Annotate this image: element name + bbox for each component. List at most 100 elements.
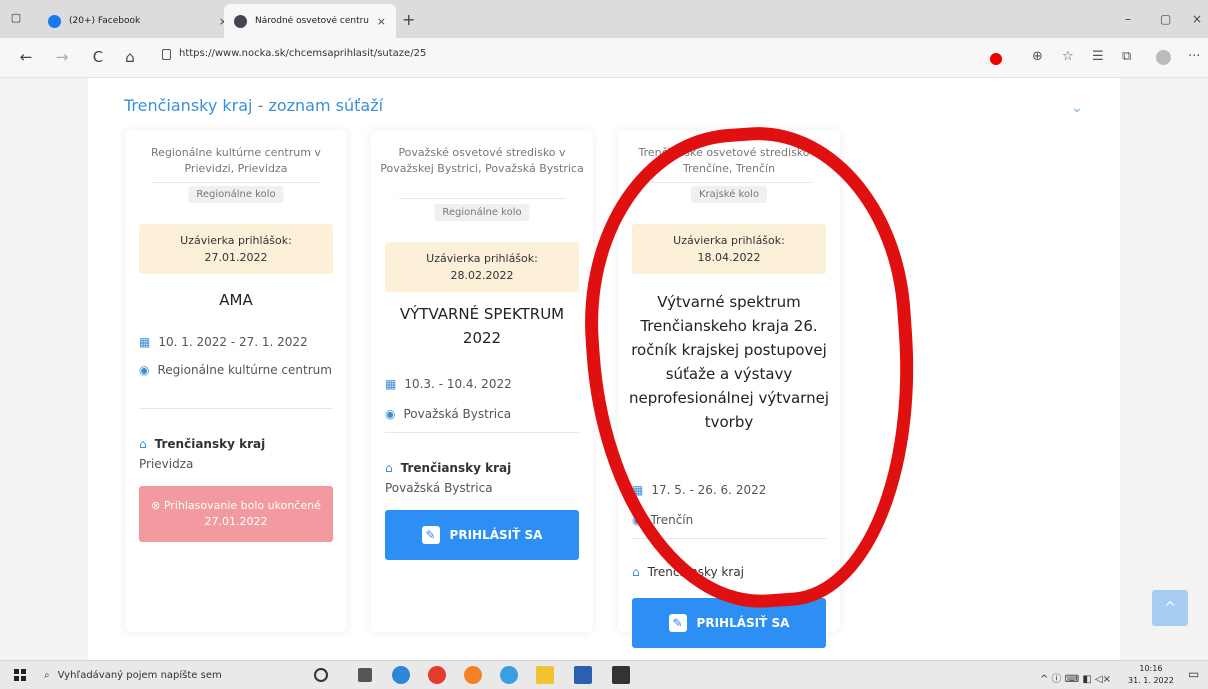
close-window-button[interactable]: × <box>1192 12 1202 26</box>
url-field[interactable]: https://www.nocka.sk/chcemsaprihlasit/su… <box>162 48 427 60</box>
registration-closed-status: ⊗ Prihlasovanie bolo ukončené 27.01.2022 <box>139 486 333 542</box>
tab-title: (20+) Facebook <box>69 16 141 26</box>
file-explorer-icon[interactable] <box>536 666 554 684</box>
clock-time: 10:16 <box>1139 664 1163 673</box>
favorites-list-icon[interactable]: ☰ <box>1092 49 1104 64</box>
close-circle-icon: ⊗ <box>151 499 161 512</box>
new-tab-button[interactable]: + <box>402 10 415 29</box>
region-info: ⌂ Trenčiansky kraj Považská Bystrica <box>385 458 583 498</box>
chrome-icon[interactable] <box>428 666 446 684</box>
browser-icon[interactable] <box>500 666 518 684</box>
clock[interactable]: 10:16 31. 1. 2022 <box>1128 663 1174 687</box>
reload-button[interactable]: C <box>88 48 108 66</box>
profile-avatar[interactable] <box>1156 50 1171 65</box>
edge-icon[interactable] <box>392 666 410 684</box>
location-pin-icon: ◉ <box>385 407 396 421</box>
taskbar: ⌕ Vyhľadávaný pojem napíšte sem ^ ⓘ ⌨ ◧ … <box>0 660 1208 689</box>
lock-icon <box>162 49 171 60</box>
region-text: Trenčiansky kraj <box>154 437 266 451</box>
apply-button[interactable]: ✎ PRIHLÁSIŤ SA <box>632 598 826 648</box>
calendar-icon: ▦ <box>385 377 397 391</box>
clock-date: 31. 1. 2022 <box>1128 676 1174 685</box>
card-separator <box>646 182 812 183</box>
system-tray[interactable]: ^ ⓘ ⌨ ◧ ◁× <box>1040 670 1111 685</box>
calendar-icon: ▦ <box>632 483 644 497</box>
forward-button[interactable]: → <box>52 48 72 66</box>
date-range: ▦ 10.3. - 10.4. 2022 <box>385 374 583 394</box>
deadline-date: 28.02.2022 <box>450 269 514 282</box>
deadline-label: Uzávierka prihlášok: <box>180 234 292 247</box>
cortana-icon[interactable] <box>314 668 328 682</box>
tab-bar: ▢ (20+) Facebook × Národné osvetové cent… <box>0 0 1208 38</box>
date-range-text: 10.3. - 10.4. 2022 <box>404 377 512 391</box>
maximize-button[interactable]: ▢ <box>1160 12 1171 26</box>
more-menu-button[interactable]: ··· <box>1188 49 1200 64</box>
search-placeholder: Vyhľadávaný pojem napíšte sem <box>57 669 222 681</box>
card-divider <box>385 432 579 433</box>
word-icon[interactable] <box>574 666 592 684</box>
home-icon: ⌂ <box>385 461 393 475</box>
card-separator <box>153 182 319 183</box>
date-range: ▦ 17. 5. - 26. 6. 2022 <box>632 480 830 500</box>
url-text: https://www.nocka.sk/chcemsaprihlasit/su… <box>179 48 427 59</box>
home-button[interactable]: ⌂ <box>120 48 140 66</box>
tab-title: Národné osvetové centrum - pri <box>255 16 369 26</box>
deadline-date: 27.01.2022 <box>204 251 268 264</box>
close-icon[interactable]: × <box>377 15 386 28</box>
minimize-button[interactable]: – <box>1125 12 1131 26</box>
card-divider <box>139 408 333 409</box>
location: ◉ Považská Bystrica <box>385 404 583 424</box>
card-organizer: Považské osvetové stredisko v Považskej … <box>380 146 584 175</box>
status-text: Prihlasovanie bolo ukončené <box>163 499 321 512</box>
calendar-icon: ▦ <box>139 335 151 349</box>
recording-icon[interactable] <box>990 53 1002 65</box>
tab-actions-icon[interactable]: ▢ <box>8 10 24 26</box>
apply-button[interactable]: ✎ PRIHLÁSIŤ SA <box>385 510 579 560</box>
competition-card: Trenčianske osvetové stredisko v Trenčín… <box>618 130 840 648</box>
region-text: Trenčiansky kraj <box>647 565 744 579</box>
location-text: Trenčín <box>650 513 694 527</box>
location-pin-icon: ◉ <box>632 513 643 527</box>
windows-start-icon[interactable] <box>14 669 26 681</box>
deadline-box: Uzávierka prihlášok: 18.04.2022 <box>632 224 826 274</box>
page-content: Trenčiansky kraj - zoznam súťaží ⌄ Regio… <box>88 78 1120 660</box>
site-favicon-icon <box>234 14 247 28</box>
deadline-box: Uzávierka prihlášok: 27.01.2022 <box>139 224 333 274</box>
deadline-label: Uzávierka prihlášok: <box>673 234 785 247</box>
competition-card: Regionálne kultúrne centrum v Prievidzi,… <box>125 130 347 632</box>
favorite-star-icon[interactable]: ☆ <box>1062 49 1074 64</box>
card-separator <box>399 198 565 199</box>
date-range-text: 10. 1. 2022 - 27. 1. 2022 <box>158 335 308 349</box>
firefox-icon[interactable] <box>464 666 482 684</box>
location-pin-icon: ◉ <box>139 363 150 377</box>
scroll-to-top-button[interactable]: ^ <box>1152 590 1188 626</box>
card-organizer: Regionálne kultúrne centrum v Prievidzi,… <box>151 146 321 175</box>
apply-button-label: PRIHLÁSIŤ SA <box>449 528 543 542</box>
competition-title: VÝTVARNÉ SPEKTRUM 2022 <box>399 305 565 347</box>
taskbar-search[interactable]: ⌕ Vyhľadávaný pojem napíšte sem <box>44 664 284 686</box>
deadline-box: Uzávierka prihlášok: 28.02.2022 <box>385 242 579 292</box>
notifications-icon[interactable]: ▭ <box>1188 667 1199 681</box>
competition-title: Výtvarné spektrum Trenčianskeho kraja 26… <box>629 293 829 431</box>
round-badge: Krajské kolo <box>691 186 767 203</box>
zoom-icon[interactable]: ⊕ <box>1032 49 1043 64</box>
pencil-icon: ✎ <box>421 526 440 544</box>
collections-icon[interactable]: ⧉ <box>1122 49 1131 64</box>
tab-narodne-osvetove-centrum[interactable]: Národné osvetové centrum - pri × <box>224 4 396 38</box>
city-text: Prievidza <box>139 457 194 471</box>
back-button[interactable]: ← <box>16 48 36 66</box>
tab-facebook[interactable]: (20+) Facebook × <box>38 4 238 38</box>
address-bar: ← → C ⌂ https://www.nocka.sk/chcemsaprih… <box>0 38 1208 78</box>
page-title: Trenčiansky kraj - zoznam súťaží <box>124 96 384 115</box>
chevron-down-icon[interactable]: ⌄ <box>1071 100 1083 116</box>
task-view-icon[interactable] <box>358 668 372 682</box>
date-range: ▦ 10. 1. 2022 - 27. 1. 2022 <box>139 332 337 352</box>
round-badge: Regionálne kolo <box>188 186 284 203</box>
location-text: Považská Bystrica <box>403 407 512 421</box>
location: ◉ Trenčín <box>632 510 830 530</box>
photos-icon[interactable] <box>612 666 630 684</box>
city-text: Považská Bystrica <box>385 481 493 495</box>
competition-title: AMA <box>219 291 253 309</box>
status-date: 27.01.2022 <box>204 515 268 528</box>
location: ◉ Regionálne kultúrne centrum <box>139 360 337 380</box>
